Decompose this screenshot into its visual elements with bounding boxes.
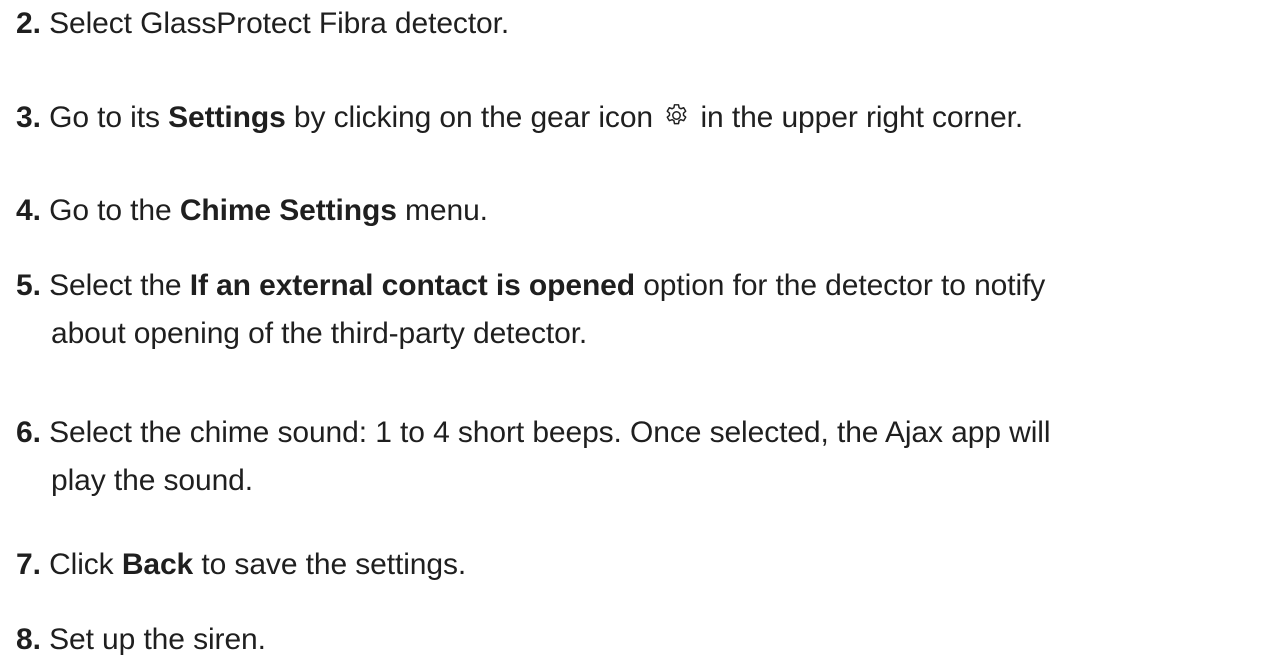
chime-settings-term: Chime Settings bbox=[179, 194, 397, 227]
step-text: Click bbox=[49, 548, 122, 581]
step-number: 8. bbox=[16, 623, 41, 656]
step-number: 2. bbox=[16, 7, 41, 40]
back-term: Back bbox=[121, 548, 194, 581]
step-3: 3. Go to its Settings by clicking on the… bbox=[16, 94, 1236, 142]
step-5: 5. Select the If an external contact is … bbox=[16, 262, 1236, 358]
step-4: 4. Go to the Chime Settings menu. bbox=[16, 187, 1236, 235]
step-number: 5. bbox=[16, 269, 41, 302]
step-text-continuation: about opening of the third-party detecto… bbox=[51, 317, 588, 350]
step-text: by clicking on the gear icon bbox=[285, 101, 662, 134]
settings-term: Settings bbox=[168, 101, 286, 134]
step-number: 7. bbox=[16, 548, 41, 581]
step-text: Go to the bbox=[49, 194, 180, 227]
step-text-continuation: play the sound. bbox=[51, 464, 253, 497]
step-text: option for the detector to notify bbox=[634, 269, 1046, 302]
step-2: 2. Select GlassProtect Fibra detector. bbox=[16, 0, 1236, 48]
step-6: 6. Select the chime sound: 1 to 4 short … bbox=[16, 409, 1236, 505]
step-text: Set up the siren. bbox=[49, 623, 266, 656]
gear-icon bbox=[663, 102, 690, 129]
external-contact-option: If an external contact is opened bbox=[189, 269, 635, 302]
step-number: 3. bbox=[16, 101, 41, 134]
step-number: 6. bbox=[16, 416, 41, 449]
step-text: to save the settings. bbox=[193, 548, 467, 581]
step-text: Select GlassProtect Fibra detector. bbox=[49, 7, 510, 40]
step-text: Go to its bbox=[49, 101, 169, 134]
step-number: 4. bbox=[16, 194, 41, 227]
step-text: menu. bbox=[396, 194, 488, 227]
step-7: 7. Click Back to save the settings. bbox=[16, 541, 1236, 589]
step-text: Select the bbox=[49, 269, 190, 302]
step-text: in the upper right corner. bbox=[692, 101, 1024, 134]
step-8: 8. Set up the siren. bbox=[16, 616, 1236, 664]
step-text: Select the chime sound: 1 to 4 short bee… bbox=[49, 416, 1051, 449]
